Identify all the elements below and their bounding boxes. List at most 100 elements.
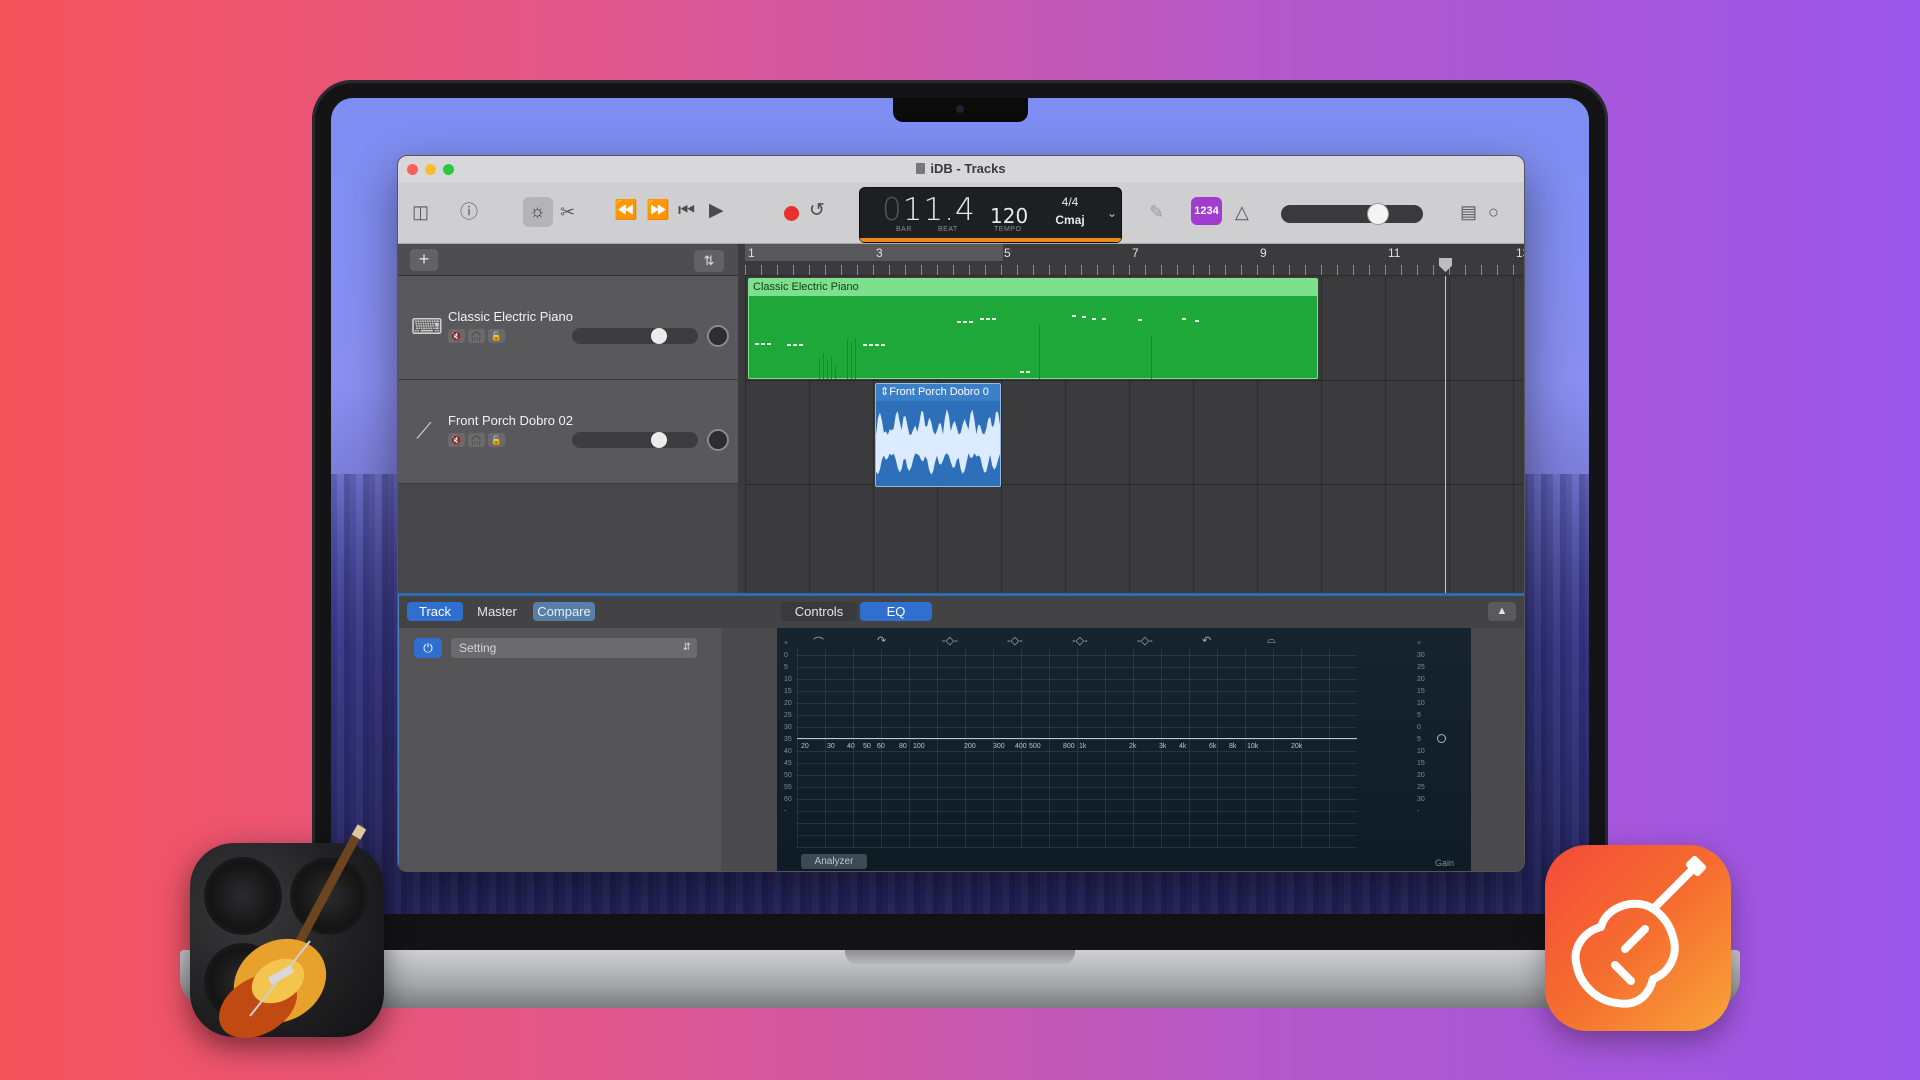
- eq-band-lowcut-icon[interactable]: ⌒: [813, 634, 824, 650]
- lock-button[interactable]: 🔓: [488, 433, 505, 447]
- audio-region[interactable]: ⇕Front Porch Dobro 0: [875, 383, 1001, 487]
- track-volume-thumb[interactable]: [651, 432, 667, 448]
- notepad-icon[interactable]: ▤: [1460, 202, 1477, 222]
- solo-button[interactable]: 🎧: [468, 433, 485, 447]
- record-button[interactable]: [784, 206, 799, 221]
- mute-button[interactable]: 🔇: [448, 433, 465, 447]
- loop-browser-icon[interactable]: ○: [1488, 202, 1499, 222]
- velocity-bar: [855, 339, 856, 379]
- eq-band-3-icon[interactable]: -◇-: [1072, 634, 1088, 647]
- eq-db-label: 10: [784, 676, 792, 683]
- add-track-button[interactable]: +: [410, 249, 438, 271]
- camera-icon: [956, 105, 964, 113]
- master-volume-slider[interactable]: [1281, 203, 1423, 225]
- tab-master[interactable]: Master: [469, 602, 525, 621]
- audio-region-title: ⇕Front Porch Dobro 0: [876, 384, 1000, 401]
- updown-chevron-icon: ⇵: [682, 642, 691, 653]
- mute-button[interactable]: 🔇: [448, 329, 465, 343]
- lock-button[interactable]: 🔓: [488, 329, 505, 343]
- lcd-time-signature[interactable]: 4/4: [1055, 195, 1085, 209]
- smart-controls-button[interactable]: ☼: [523, 197, 553, 227]
- minimize-window-button[interactable]: [425, 164, 436, 175]
- eq-band-highshelf-icon[interactable]: ↶: [1202, 634, 1211, 647]
- track-volume-slider[interactable]: [572, 432, 698, 448]
- eq-power-button[interactable]: ⏻: [414, 638, 442, 658]
- track-header-strip: + ⇅: [398, 244, 738, 276]
- guitar-icon: [219, 824, 367, 1039]
- tracks-area[interactable]: Classic Electric Piano ⇕Front Porch Dobr…: [745, 276, 1524, 593]
- inspector-toggle-button[interactable]: ▲: [1488, 602, 1516, 621]
- help-icon[interactable]: ⓘ: [460, 202, 478, 222]
- setting-dropdown[interactable]: Setting ⇵: [451, 638, 697, 658]
- eq-display[interactable]: ⌒ ↷ -◇- -◇- -◇- -◇- ↶ ⌓ 20 30 40 50 60 80 100 2…: [777, 628, 1471, 871]
- maximize-window-button[interactable]: [443, 164, 454, 175]
- playhead[interactable]: [1445, 276, 1446, 593]
- library-icon[interactable]: ◫: [412, 202, 429, 222]
- close-window-button[interactable]: [407, 164, 418, 175]
- eq-db-label: 50: [784, 772, 792, 779]
- solo-button[interactable]: 🎧: [468, 329, 485, 343]
- tab-controls[interactable]: Controls: [781, 602, 857, 621]
- eq-db-label: +: [1417, 640, 1422, 647]
- ruler-marker-11: 11: [1388, 246, 1401, 260]
- eq-db-label: 25: [1417, 664, 1425, 671]
- cycle-button[interactable]: ↺: [809, 200, 825, 222]
- title-bar: iDB - Tracks: [398, 156, 1524, 182]
- velocity-bar: [851, 343, 852, 379]
- tuner-icon[interactable]: ✎: [1149, 202, 1164, 222]
- eq-db-label: 35: [784, 736, 792, 743]
- lcd-key[interactable]: Cmaj: [1050, 213, 1090, 227]
- eq-db-label: -: [1417, 808, 1420, 815]
- lcd-tempo-value[interactable]: 120: [990, 204, 1028, 228]
- guitar-icon: [1571, 855, 1707, 1008]
- eq-curve[interactable]: [797, 738, 1357, 739]
- fast-forward-button[interactable]: ⏩: [646, 200, 670, 222]
- eq-band-highcut-icon[interactable]: ⌓: [1267, 634, 1276, 647]
- midi-note: [969, 321, 973, 323]
- analyzer-button[interactable]: Analyzer: [801, 854, 867, 869]
- eq-db-label: 15: [1417, 760, 1425, 767]
- timeline-ruler[interactable]: 1 3 5 7 9 11 13: [745, 244, 1524, 276]
- editors-icon[interactable]: ✂: [560, 202, 575, 222]
- go-to-beginning-button[interactable]: ⏮: [678, 200, 695, 222]
- midi-note: [986, 318, 990, 320]
- track-list: ⌨ Classic Electric Piano 🔇 🎧 🔓 ⟋ Front P…: [398, 276, 738, 593]
- play-button[interactable]: ▶: [709, 200, 724, 222]
- eq-band-2-icon[interactable]: -◇-: [1007, 634, 1023, 647]
- laptop-base: [180, 950, 1740, 1008]
- count-in-button[interactable]: 1234: [1191, 197, 1222, 225]
- tab-eq[interactable]: EQ: [860, 602, 932, 621]
- track-volume-thumb[interactable]: [651, 328, 667, 344]
- tab-track[interactable]: Track: [407, 602, 463, 621]
- rewind-button[interactable]: ⏪: [614, 200, 638, 222]
- track-name: Front Porch Dobro 02: [448, 413, 574, 428]
- eq-db-label: 20: [1417, 772, 1425, 779]
- master-volume-thumb[interactable]: [1367, 203, 1389, 225]
- eq-band-4-icon[interactable]: -◇-: [1137, 634, 1153, 647]
- garageband-ios-app-icon: [1545, 845, 1731, 1031]
- midi-region[interactable]: Classic Electric Piano: [748, 278, 1318, 379]
- eq-frequency-label: 200: [964, 743, 976, 750]
- lane-separator: [745, 380, 1524, 381]
- smart-tempo-button[interactable]: ⇅: [694, 250, 724, 272]
- window-title: iDB - Tracks: [930, 161, 1006, 176]
- gain-knob[interactable]: [1437, 734, 1446, 743]
- track-header[interactable]: ⟋ Front Porch Dobro 02 🔇 🎧 🔓: [398, 380, 738, 484]
- cycle-region[interactable]: [745, 244, 1003, 261]
- eq-band-1-icon[interactable]: -◇-: [942, 634, 958, 647]
- eq-band-lowshelf-icon[interactable]: ↷: [877, 634, 886, 647]
- lcd-display[interactable]: 011.4 BAR BEAT 120 TEMPO 4/4 Cmaj ⌄: [859, 187, 1122, 243]
- midi-note: [963, 321, 967, 323]
- lcd-chevron-down-icon[interactable]: ⌄: [1107, 206, 1117, 220]
- track-header[interactable]: ⌨ Classic Electric Piano 🔇 🎧 🔓: [398, 276, 738, 380]
- lcd-bar-value: 11: [902, 192, 945, 228]
- eq-db-label: 0: [1417, 724, 1421, 731]
- velocity-bar: [847, 339, 848, 379]
- pan-knob[interactable]: [707, 325, 729, 347]
- compare-button[interactable]: Compare: [533, 602, 595, 621]
- metronome-icon[interactable]: △: [1235, 202, 1249, 222]
- eq-frequency-label: 10k: [1247, 743, 1259, 750]
- midi-note: [881, 344, 885, 346]
- pan-knob[interactable]: [707, 429, 729, 451]
- track-volume-slider[interactable]: [572, 328, 698, 344]
